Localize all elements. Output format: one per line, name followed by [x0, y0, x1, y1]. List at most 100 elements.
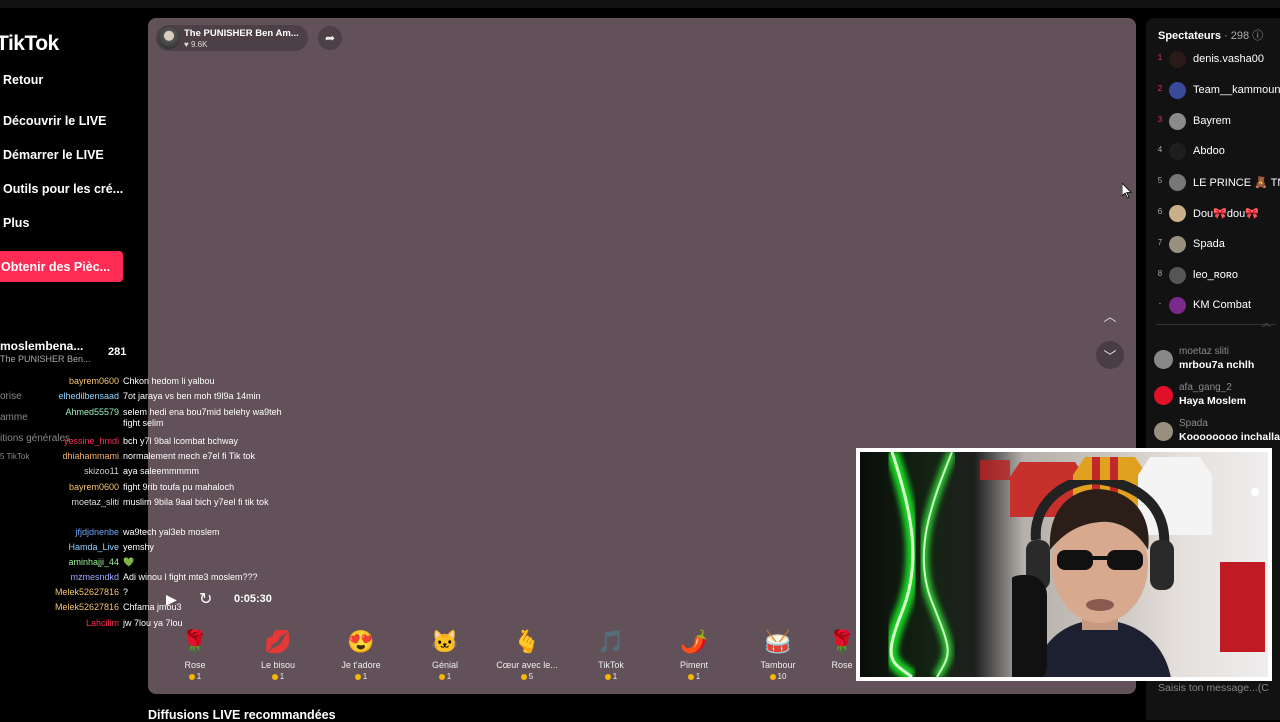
- next-live-button[interactable]: ﹀: [1096, 341, 1124, 369]
- viewer-row[interactable]: 4 Abdoo: [1146, 141, 1280, 161]
- nav-start-live[interactable]: Démarrer le LIVE: [3, 148, 104, 162]
- gift-name: Je t'adore: [341, 660, 381, 670]
- viewer-name: KM Combat: [1193, 299, 1252, 312]
- chat-username[interactable]: moetaz_sliti: [71, 497, 119, 508]
- nav-discover-live[interactable]: Découvrir le LIVE: [3, 114, 107, 128]
- chat-username[interactable]: mzmesndkd: [70, 572, 119, 583]
- gift-item[interactable]: 🌹 Rose 1: [155, 628, 235, 681]
- avatar: [1169, 81, 1186, 99]
- avatar: [1169, 143, 1186, 161]
- coin-icon: [188, 673, 195, 680]
- live-timer: 0:05:30: [234, 593, 272, 605]
- webcam-overlay: [856, 448, 1272, 681]
- message-input[interactable]: Saisis ton message...(C: [1158, 682, 1269, 694]
- share-button[interactable]: ➦: [318, 26, 342, 50]
- chat-message: aya saleemmmmm: [123, 466, 200, 476]
- comment-username[interactable]: afa_gang_2: [1179, 382, 1232, 393]
- viewer-row[interactable]: 7 Spada: [1146, 234, 1280, 254]
- chat-username[interactable]: dhiahammami: [62, 451, 119, 462]
- viewer-row[interactable]: 8 leo_ʀᴏʀᴏ: [1146, 265, 1280, 285]
- comment-message: mrbou7a nchlh: [1179, 359, 1255, 371]
- coin-icon: [769, 673, 776, 680]
- gift-item[interactable]: 💋 Le bisou 1: [238, 628, 318, 681]
- chat-username[interactable]: Melek52627816: [55, 587, 119, 598]
- gift-item[interactable]: 🎵 TikTok 1: [571, 628, 651, 681]
- chat-message: bch y7l 9bal lcombat bchway: [123, 436, 239, 446]
- sidebar-faint-item[interactable]: orise: [0, 391, 22, 402]
- viewer-name: leo_ʀᴏʀᴏ: [1193, 268, 1238, 281]
- viewer-rank: -: [1158, 299, 1162, 309]
- viewer-name: denis.vasha00: [1193, 53, 1264, 65]
- green-light-decoration: [884, 452, 957, 677]
- viewer-rank: 8: [1157, 268, 1163, 278]
- viewer-rank: 2: [1157, 83, 1163, 93]
- avatar[interactable]: [1154, 386, 1173, 405]
- comment-username[interactable]: moetaz sliti: [1179, 346, 1229, 357]
- coin-icon: [354, 673, 361, 680]
- chat-username[interactable]: Lahcilim: [86, 618, 119, 629]
- avatar[interactable]: [1154, 350, 1173, 369]
- viewer-row[interactable]: 3 Bayrem: [1146, 111, 1280, 131]
- gift-name: Cœur avec le...: [496, 660, 558, 670]
- viewer-rank: 4: [1157, 145, 1163, 155]
- gift-name: Piment: [679, 660, 708, 670]
- chat-username[interactable]: jfjdjdnenbe: [75, 527, 119, 538]
- collapse-icon[interactable]: ︽: [1262, 316, 1271, 329]
- coin-icon: [438, 673, 445, 680]
- previous-live-button[interactable]: ︿: [1096, 301, 1124, 329]
- spectators-count: · 298: [1224, 30, 1250, 42]
- chat-username[interactable]: bayrem0600: [69, 482, 119, 493]
- viewer-row[interactable]: 5 LE PRINCE 🧸 TN: [1146, 172, 1280, 192]
- viewer-name: Spada: [1193, 237, 1225, 250]
- comment-message: Koooooooo inchallah: [1179, 431, 1280, 443]
- chat-username[interactable]: Hamda_Live: [68, 542, 119, 553]
- chat-username[interactable]: yessine_hmdi: [64, 436, 119, 447]
- play-button[interactable]: ▶: [166, 591, 177, 608]
- chat-message: normalement mech e7el fi Tik tok: [123, 451, 256, 461]
- viewer-row[interactable]: - KM Combat: [1146, 295, 1280, 315]
- get-coins-button[interactable]: Obtenir des Pièc...: [0, 251, 123, 282]
- gift-item[interactable]: 😍 Je t'adore 1: [321, 628, 401, 681]
- gift-name: Le bisou: [260, 660, 296, 670]
- nav-more[interactable]: Plus: [3, 216, 29, 230]
- chat-username[interactable]: bayrem0600: [69, 376, 119, 387]
- viewer-rank: 5: [1157, 176, 1163, 186]
- nav-creator-tools[interactable]: Outils pour les cré...: [3, 182, 123, 196]
- gift-price-value: 1: [446, 672, 452, 681]
- gift-icon: 💋: [264, 629, 292, 654]
- refresh-icon: ↻: [199, 591, 213, 608]
- host-name[interactable]: moslembena...: [0, 339, 83, 353]
- chat-username[interactable]: Melek52627816: [55, 602, 119, 613]
- viewer-row[interactable]: 1 denis.vasha00: [1146, 49, 1280, 69]
- tiktok-logo[interactable]: TikTok: [0, 32, 59, 56]
- gift-icon: 🌶️: [680, 629, 708, 654]
- info-icon[interactable]: ⓘ: [1252, 30, 1263, 42]
- comment-username[interactable]: Spada: [1179, 418, 1208, 429]
- viewer-row[interactable]: 6 Dou🎀dou🎀: [1146, 203, 1280, 223]
- sidebar-faint-item[interactable]: itions générales: [0, 433, 70, 444]
- gift-name: TikTok: [598, 660, 624, 670]
- chat-username[interactable]: Ahmed55579: [65, 407, 119, 418]
- viewer-rank: 1: [1157, 53, 1163, 62]
- chevron-up-icon: ︿: [1103, 308, 1117, 324]
- coin-icon: [604, 673, 611, 680]
- nav-back[interactable]: Retour: [3, 73, 43, 87]
- gift-item[interactable]: 🌶️ Piment 1: [654, 628, 734, 681]
- chat-message: 7ot jaraya vs ben moh t9l9a 14min: [123, 391, 261, 401]
- top-bar: [0, 0, 1280, 8]
- host-chip[interactable]: The PUNISHER Ben Am... ♥ 9.6K: [156, 25, 308, 51]
- chat-message: selem hedi ena bou7mid belehy wa9teh fig…: [123, 407, 282, 428]
- spectators-label: Spectateurs: [1158, 30, 1221, 42]
- gift-item[interactable]: 🐱 Génial 1: [405, 628, 485, 681]
- divider: [1156, 324, 1276, 325]
- replay-button[interactable]: ↻: [199, 589, 212, 609]
- chat-username[interactable]: skizoo11: [84, 466, 119, 477]
- viewer-row[interactable]: 2 Team__kammoun: [1146, 80, 1280, 100]
- sidebar-faint-item[interactable]: amme: [0, 412, 28, 423]
- avatar: [1169, 174, 1186, 192]
- chat-username[interactable]: elhedilbensaad: [58, 391, 119, 402]
- avatar[interactable]: [1154, 422, 1173, 441]
- gift-item[interactable]: 🫰 Cœur avec le... 5: [487, 628, 567, 681]
- chat-username[interactable]: aminhajji_44: [68, 557, 119, 568]
- avatar: [1169, 297, 1186, 315]
